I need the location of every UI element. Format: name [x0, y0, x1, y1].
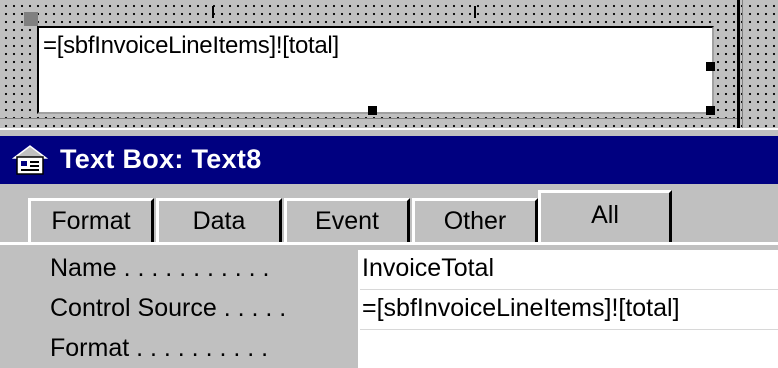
property-value-format[interactable]	[360, 330, 778, 368]
resize-handle-right[interactable]	[706, 62, 715, 71]
resize-handle-bottom-right[interactable]	[706, 106, 715, 115]
ruler-tick	[474, 6, 476, 18]
section-bottom-line	[0, 118, 740, 119]
tab-format[interactable]: Format	[28, 198, 154, 242]
tab-data-label: Data	[192, 207, 246, 235]
section-right-edge-shadow	[742, 0, 743, 128]
section-right-edge[interactable]	[737, 0, 740, 128]
tabs-baseline	[0, 242, 778, 245]
resize-handle-bottom[interactable]	[368, 106, 377, 115]
property-row-name[interactable]: Name . . . . . . . . . . . InvoiceTotal	[28, 250, 778, 290]
tab-format-label: Format	[51, 207, 131, 235]
property-label: Control Source . . . . .	[28, 290, 358, 330]
tab-event[interactable]: Event	[284, 198, 410, 242]
property-tabs: Format Data Event Other All	[0, 184, 778, 250]
property-value-control-source[interactable]: =[sbfInvoiceLineItems]![total]	[360, 290, 778, 330]
property-grid: Name . . . . . . . . . . . InvoiceTotal …	[28, 250, 778, 368]
property-value-name[interactable]: InvoiceTotal	[360, 250, 778, 290]
property-sheet-window: Text Box: Text8 Format Data Event Other …	[0, 128, 778, 368]
tab-all-label: All	[591, 201, 619, 229]
properties-sheet-icon	[11, 144, 49, 176]
tab-other-label: Other	[443, 207, 507, 235]
property-row-format[interactable]: Format . . . . . . . . . .	[28, 330, 778, 368]
tab-event-label: Event	[315, 207, 379, 235]
property-label: Name . . . . . . . . . . .	[28, 250, 358, 290]
report-design-surface[interactable]: =[sbfInvoiceLineItems]![total]	[0, 0, 778, 128]
tab-data[interactable]: Data	[156, 198, 282, 242]
tab-all[interactable]: All	[538, 190, 672, 242]
invoice-total-textbox[interactable]: =[sbfInvoiceLineItems]![total]	[37, 26, 714, 114]
textbox-expression: =[sbfInvoiceLineItems]![total]	[43, 32, 339, 59]
property-sheet-title: Text Box: Text8	[60, 144, 262, 174]
tab-other[interactable]: Other	[412, 198, 538, 242]
selection-anchor-handle[interactable]	[24, 12, 38, 26]
property-sheet-titlebar[interactable]: Text Box: Text8	[0, 136, 778, 184]
property-row-control-source[interactable]: Control Source . . . . . =[sbfInvoiceLin…	[28, 290, 778, 330]
property-label: Format . . . . . . . . . .	[28, 330, 358, 368]
ruler-tick	[212, 6, 214, 18]
